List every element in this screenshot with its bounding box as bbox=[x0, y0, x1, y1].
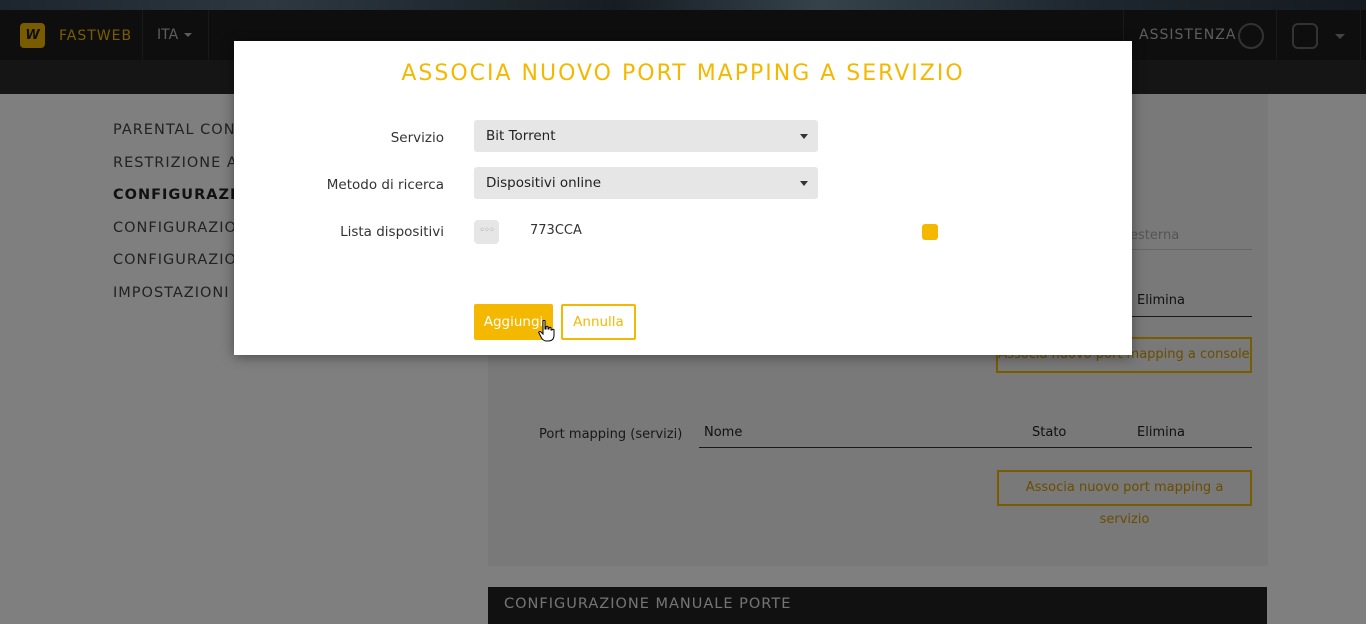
devices-label: Lista dispositivi bbox=[340, 224, 444, 240]
method-select[interactable]: Dispositivi online bbox=[474, 167, 818, 199]
service-select[interactable]: Bit Torrent bbox=[474, 120, 818, 152]
hand-cursor-icon bbox=[538, 320, 555, 342]
dialog-title: ASSOCIA NUOVO PORT MAPPING A SERVIZIO bbox=[401, 61, 965, 86]
service-label: Servizio bbox=[390, 130, 444, 146]
cancel-button[interactable]: Annulla bbox=[561, 304, 636, 340]
method-select-value: Dispositivi online bbox=[486, 175, 602, 191]
device-name: 773CCA bbox=[530, 223, 582, 238]
device-icon: ◦◦◦ bbox=[474, 220, 499, 244]
method-label: Metodo di ricerca bbox=[326, 177, 444, 193]
chevron-down-icon bbox=[800, 181, 808, 186]
chevron-down-icon bbox=[800, 134, 808, 139]
device-checkbox[interactable] bbox=[922, 224, 938, 240]
service-select-value: Bit Torrent bbox=[486, 128, 556, 144]
port-mapping-dialog: ASSOCIA NUOVO PORT MAPPING A SERVIZIO Se… bbox=[234, 41, 1132, 355]
